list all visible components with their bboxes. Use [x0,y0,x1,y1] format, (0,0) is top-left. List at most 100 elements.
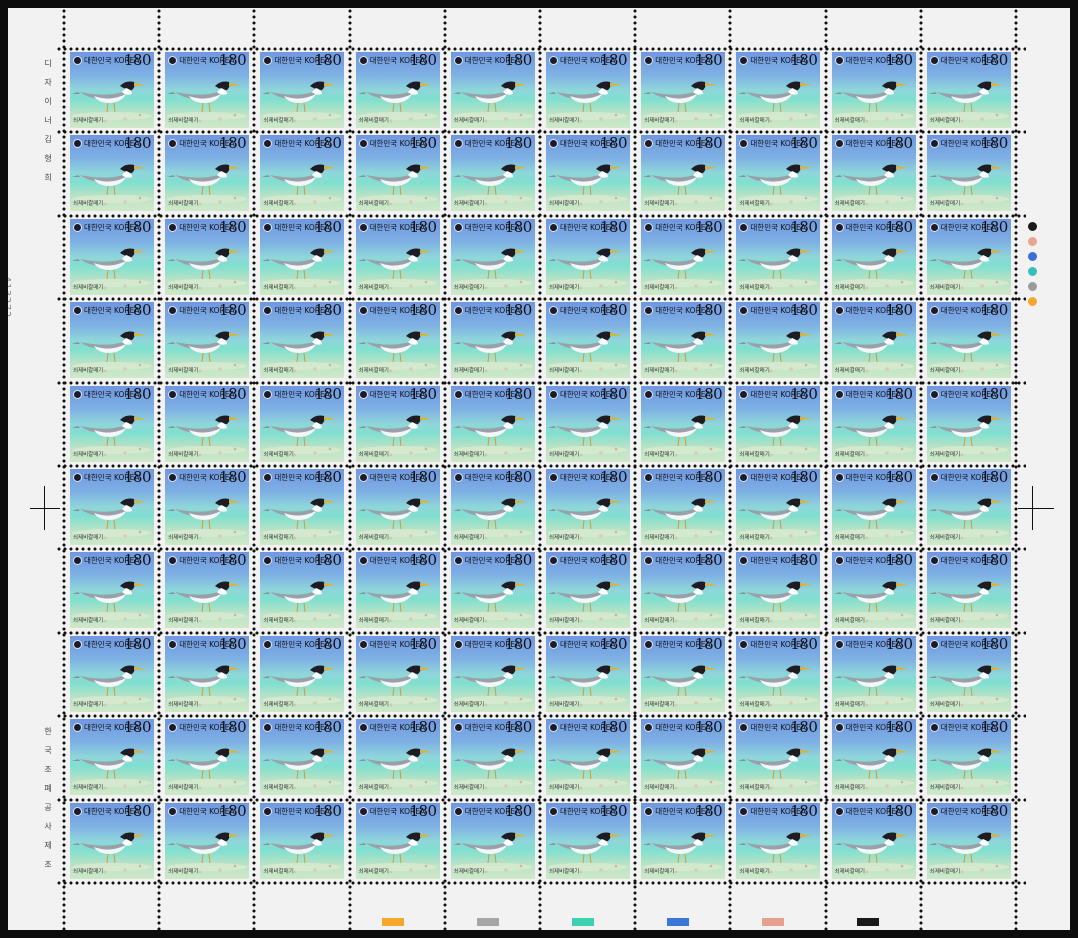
perforation-column [62,8,66,930]
stamp: 대한민국 KOREA 180 쇠제비갈매기 [926,552,1011,629]
stamp-denomination: 180 [599,218,628,236]
stamp-denomination: 180 [314,802,342,820]
perforation-column [633,8,638,930]
stamp-species-name: 쇠제비갈매기 [453,118,485,124]
stamp-denomination: 180 [790,135,818,153]
color-bar [857,918,879,926]
perforation-row [56,380,1026,385]
stamp: 대한민국 KOREA 180 쇠제비갈매기 [546,302,630,379]
taeguk-emblem-icon [358,806,368,816]
stamp-species-name: 쇠제비갈매기 [929,368,961,375]
taeguk-emblem-icon [73,473,82,482]
stamp-species-name: 쇠제비갈매기 [929,618,961,625]
stamp-species-name: 쇠제비갈매기 [739,618,770,625]
stamp-denomination: 180 [504,385,533,403]
taeguk-emblem-icon [358,222,368,232]
stamp: 대한민국 KOREA 180 쇠제비갈매기 [70,635,154,712]
stamp-denomination: 180 [885,52,913,69]
stamp-denomination: 180 [980,635,1009,653]
stamp-denomination: 180 [790,552,818,570]
stamp: 대한민국 KOREA 180 쇠제비갈매기 [736,719,821,796]
stamp-denomination: 180 [219,218,247,236]
stamp-denomination: 180 [409,218,437,236]
stamp: 대한민국 KOREA 180 쇠제비갈매기 [546,719,630,796]
stamp-species-name: 쇠제비갈매기 [73,201,104,208]
stamp-species-name: 쇠제비갈매기 [549,451,580,458]
stamp-denomination: 180 [219,52,247,69]
taeguk-emblem-icon [929,639,939,649]
stamp: 대한민국 KOREA 180 쇠제비갈매기 [355,52,440,128]
stamp-species-name: 쇠제비갈매기 [73,535,104,541]
stamp-species-name: 쇠제비갈매기 [73,868,104,875]
stamp: 대한민국 KOREA 180 쇠제비갈매기 [450,802,535,879]
stamp-species-name: 쇠제비갈매기 [358,785,389,792]
stamp-species-name: 쇠제비갈매기 [263,368,294,375]
stamp-species-name: 쇠제비갈매기 [739,368,770,375]
taeguk-emblem-icon [358,56,368,65]
stamp: 대한민국 KOREA 180 쇠제비갈매기 [831,552,916,629]
stamp: 대한민국 KOREA 180 쇠제비갈매기 [165,719,250,796]
stamp-species-name: 쇠제비갈매기 [358,201,389,208]
perforation-column [538,8,542,930]
stamp-denomination: 180 [219,802,247,820]
stamp-species-name: 쇠제비갈매기 [739,535,770,541]
stamp: 대한민국 KOREA 180 쇠제비갈매기 [450,469,535,545]
taeguk-emblem-icon [929,389,939,399]
stamp: 대한민국 KOREA 180 쇠제비갈매기 [831,52,916,128]
stamp: 대한민국 KOREA 180 쇠제비갈매기 [260,385,345,462]
stamp-denomination: 180 [123,218,152,236]
stamp-species-name: 쇠제비갈매기 [739,284,770,291]
stamp: 대한민국 KOREA 180 쇠제비갈매기 [926,635,1011,712]
stamp: 대한민국 KOREA 180 쇠제비갈매기 [831,802,916,879]
stamp-species-name: 쇠제비갈매기 [453,368,485,375]
stamp-species-name: 쇠제비갈매기 [929,785,961,792]
taeguk-emblem-icon [929,723,939,733]
stamp-species-name: 쇠제비갈매기 [739,201,770,208]
stamp-denomination: 180 [409,52,437,69]
taeguk-emblem-icon [453,56,463,65]
stamp: 대한민국 KOREA 180 쇠제비갈매기 [736,135,821,212]
taeguk-emblem-icon [73,389,82,399]
taeguk-emblem-icon [929,806,939,816]
stamp: 대한민국 KOREA 180 쇠제비갈매기 [450,719,535,796]
perforation-row [56,797,1026,802]
stamp: 대한민국 KOREA 180 쇠제비갈매기 [831,302,916,379]
taeguk-emblem-icon [358,139,368,149]
color-bar [667,918,689,926]
stamp-denomination: 180 [409,552,437,570]
stamp-species-name: 쇠제비갈매기 [358,868,389,875]
stamp-species-name: 쇠제비갈매기 [739,118,770,124]
stamp-species-name: 쇠제비갈매기 [834,535,865,541]
taeguk-emblem-icon [358,556,368,566]
stamp-species-name: 쇠제비갈매기 [358,618,389,625]
stamp-denomination: 180 [314,52,342,69]
stamp-denomination: 180 [599,635,628,653]
stamp-species-name: 쇠제비갈매기 [263,535,294,541]
stamp-denomination: 180 [885,719,913,737]
stamp-species-name: 쇠제비갈매기 [834,618,865,625]
stamp: 대한민국 KOREA 180 쇠제비갈매기 [260,135,345,212]
stamp-species-name: 쇠제비갈매기 [73,368,104,375]
stamp-denomination: 180 [314,135,342,153]
taeguk-emblem-icon [73,222,82,232]
taeguk-emblem-icon [358,306,368,316]
taeguk-emblem-icon [168,389,178,399]
stamp-denomination: 180 [885,302,913,320]
stamp-denomination: 180 [599,52,628,69]
stamp-denomination: 180 [695,635,723,653]
stamp-species-name: 쇠제비갈매기 [549,201,580,208]
stamp-denomination: 180 [980,469,1009,486]
stamp-species-name: 쇠제비갈매기 [739,701,770,708]
stamp: 대한민국 KOREA 180 쇠제비갈매기 [641,135,726,212]
stamp: 대한민국 KOREA 180 쇠제비갈매기 [70,469,154,545]
taeguk-emblem-icon [834,222,844,232]
stamp-denomination: 180 [123,719,152,737]
taeguk-emblem-icon [834,639,844,649]
stamp-species-name: 쇠제비갈매기 [929,868,961,875]
perforation-column [918,8,923,930]
stamp: 대한민국 KOREA 180 쇠제비갈매기 [165,302,250,379]
color-bar [762,918,784,926]
stamp-denomination: 180 [123,302,152,320]
stamp-species-name: 쇠제비갈매기 [168,118,199,124]
stamp-species-name: 쇠제비갈매기 [263,701,294,708]
